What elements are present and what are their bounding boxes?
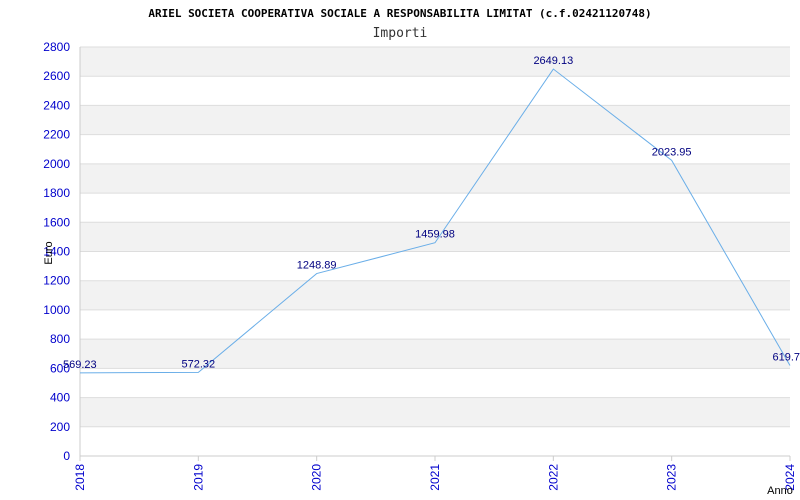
- y-tick-label: 2200: [43, 128, 70, 142]
- x-tick-labels: 2018 2019 2020 2021 2022 2023 2024: [73, 456, 797, 491]
- data-label: 1248.89: [297, 260, 337, 272]
- grid-band: [80, 251, 790, 281]
- grid-band: [80, 426, 790, 456]
- y-tick-label: 1000: [43, 303, 70, 317]
- grid-band: [80, 47, 790, 77]
- y-tick-label: 1200: [43, 274, 70, 288]
- y-tick-label: 2000: [43, 157, 70, 171]
- y-tick-label: 800: [50, 332, 70, 346]
- data-label: 1459.98: [415, 229, 455, 241]
- y-tick-label: 2800: [43, 40, 70, 54]
- grid-band: [80, 105, 790, 135]
- y-tick-label: 2600: [43, 69, 70, 83]
- y-tick-label: 1600: [43, 215, 70, 229]
- y-tick-label: 2400: [43, 98, 70, 112]
- grid-band: [80, 397, 790, 427]
- x-tick-label: 2019: [191, 464, 205, 491]
- chart-title: ARIEL SOCIETA COOPERATIVA SOCIALE A RESP…: [148, 7, 651, 20]
- x-tick-label: 2018: [73, 464, 87, 491]
- grid-band: [80, 280, 790, 310]
- chart-subtitle: Importi: [373, 26, 428, 41]
- grid-band: [80, 309, 790, 340]
- y-tick-label: 1800: [43, 186, 70, 200]
- x-tick-label: 2020: [310, 464, 324, 491]
- grid-band: [80, 76, 790, 106]
- data-label: 2023.95: [652, 146, 692, 158]
- x-tick-label: 2023: [665, 464, 679, 491]
- y-tick-label: 400: [50, 391, 70, 405]
- y-tick-label: 0: [63, 449, 70, 463]
- x-tick-label: 2022: [546, 464, 560, 491]
- grid-band: [80, 163, 790, 194]
- grid-band: [80, 193, 790, 223]
- data-label: 569.23: [63, 359, 97, 371]
- data-label: 619.7: [772, 351, 800, 363]
- y-axis-label: Euro: [43, 241, 55, 264]
- x-tick-label: 2021: [428, 464, 442, 491]
- data-label: 572.32: [182, 358, 216, 370]
- data-label: 2649.13: [533, 55, 573, 67]
- y-tick-label: 200: [50, 420, 70, 434]
- line-chart: 0200400600800100012001400160018002000220…: [43, 7, 800, 497]
- x-axis-label: Anno: [767, 485, 793, 497]
